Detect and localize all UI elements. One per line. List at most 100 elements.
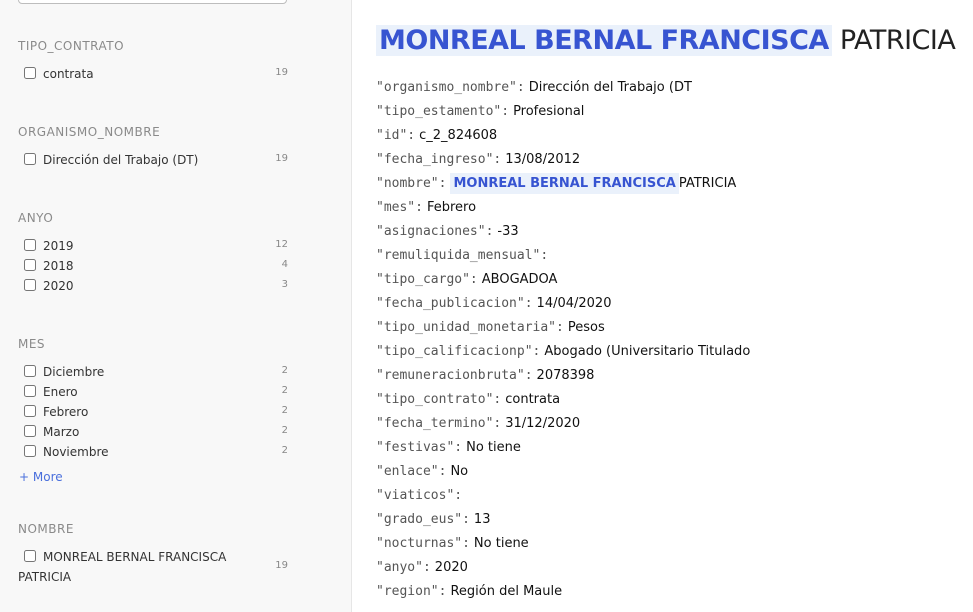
field-key: "region": [376, 584, 447, 599]
field-row: "nocturnas": No tiene [376, 532, 750, 556]
facet-option-count: 2 [281, 405, 288, 416]
title-rest: PATRICIA [839, 25, 956, 56]
field-row: "viaticos": [376, 484, 750, 508]
field-row: "organismo_nombre": Dirección del Trabajo… [376, 76, 750, 100]
field-key: "grado_eus": [376, 512, 470, 527]
facet-title: ORGANISMO_NOMBRE [18, 125, 161, 139]
field-value: Pesos [567, 320, 605, 335]
field-value: Dirección del Trabajo (DT [528, 80, 692, 95]
field-key: "fecha_publicacion": [376, 296, 533, 311]
facet-option-label: 2018 [43, 259, 74, 273]
facet-option-label: 2020 [43, 279, 74, 293]
more-link[interactable]: + More [19, 470, 63, 484]
facet-option[interactable]: 2020 3 [18, 275, 288, 295]
field-value: 14/04/2020 [536, 296, 612, 311]
facet-title: MES [18, 337, 46, 351]
facet-sidebar: TIPO_CONTRATO contrata 19 ORGANISMO_NOMB… [0, 0, 352, 612]
field-key: "tipo_cargo": [376, 272, 478, 287]
field-key: "asignaciones": [376, 224, 494, 239]
facet-option[interactable]: MONREAL BERNAL FRANCISCA PATRICIA 19 [18, 546, 288, 586]
facet-option[interactable]: Noviembre 2 [18, 441, 288, 461]
facet-anyo: ANYO 2019 12 2018 4 2020 3 [18, 210, 288, 295]
title-highlight: MONREAL BERNAL FRANCISCA [376, 25, 832, 56]
facet-option-label: 2019 [43, 239, 74, 253]
field-key: "festivas": [376, 440, 463, 455]
field-value: Región del Maule [450, 584, 563, 599]
search-input[interactable] [18, 0, 287, 4]
field-key: "viaticos": [376, 488, 463, 503]
facet-checkbox[interactable] [24, 67, 36, 79]
facet-checkbox[interactable] [24, 445, 36, 457]
value-highlight: MONREAL BERNAL FRANCISCA [450, 173, 679, 194]
facet-title: TIPO_CONTRATO [18, 39, 125, 53]
facet-checkbox[interactable] [24, 385, 36, 397]
record-detail: MONREAL BERNAL FRANCISCA PATRICIA "organ… [376, 0, 973, 612]
facet-option[interactable]: contrata 19 [18, 63, 288, 83]
field-row: "anyo": 2020 [376, 556, 750, 580]
facet-option-count: 4 [281, 259, 288, 270]
field-value: ABOGADOA [481, 272, 558, 287]
facet-checkbox[interactable] [24, 425, 36, 437]
field-value: No tiene [473, 536, 529, 551]
facet-option-label: contrata [43, 67, 94, 81]
facet-checkbox[interactable] [24, 153, 36, 165]
facet-option-count: 2 [281, 445, 288, 456]
field-row: "id": c_2_824608 [376, 124, 750, 148]
field-row: "grado_eus": 13 [376, 508, 750, 532]
facet-checkbox[interactable] [24, 279, 36, 291]
field-key: "remuliquida_mensual": [376, 248, 549, 263]
facet-tipo-contrato: TIPO_CONTRATO contrata 19 [18, 38, 288, 83]
facet-option[interactable]: 2019 12 [18, 235, 288, 255]
field-value: MONREAL BERNAL FRANCISCA PATRICIA [450, 173, 736, 194]
field-row: "festivas": No tiene [376, 436, 750, 460]
facet-option[interactable]: Febrero 2 [18, 401, 288, 421]
field-key: "remuneracionbruta": [376, 368, 533, 383]
field-row: "fecha_termino": 31/12/2020 [376, 412, 750, 436]
facet-mes: MES Diciembre 2 Enero 2 Febrero 2 Marzo … [18, 336, 288, 461]
facet-option-label: Enero [43, 385, 78, 399]
field-row: "mes": Febrero [376, 196, 750, 220]
facet-option-label: Febrero [43, 405, 89, 419]
facet-option[interactable]: Enero 2 [18, 381, 288, 401]
field-value: contrata [505, 392, 561, 407]
facet-checkbox[interactable] [24, 259, 36, 271]
facet-option[interactable]: Dirección del Trabajo (DT) 19 [18, 149, 288, 169]
facet-option-label: Dirección del Trabajo (DT) [43, 153, 199, 167]
facet-option-count: 2 [281, 385, 288, 396]
field-key: "anyo": [376, 560, 431, 575]
field-value: Febrero [426, 200, 477, 215]
facet-checkbox[interactable] [24, 239, 36, 251]
facet-option[interactable]: Marzo 2 [18, 421, 288, 441]
field-value: c_2_824608 [419, 128, 498, 143]
field-row: "tipo_unidad_monetaria": Pesos [376, 316, 750, 340]
facet-option-count: 12 [275, 239, 288, 250]
field-row: "tipo_contrato": contrata [376, 388, 750, 412]
field-key: "tipo_calificacionp": [376, 344, 541, 359]
facet-option[interactable]: 2018 4 [18, 255, 288, 275]
facet-checkbox[interactable] [24, 365, 36, 377]
field-key: "tipo_estamento": [376, 104, 510, 119]
field-value: 31/12/2020 [505, 416, 581, 431]
field-value: No [450, 464, 469, 479]
field-row: "tipo_estamento": Profesional [376, 100, 750, 124]
field-row: "asignaciones": -33 [376, 220, 750, 244]
field-row: "fecha_ingreso": 13/08/2012 [376, 148, 750, 172]
field-key: "fecha_ingreso": [376, 152, 502, 167]
facet-option-count: 19 [275, 153, 288, 164]
facet-organismo-nombre: ORGANISMO_NOMBRE Dirección del Trabajo (… [18, 124, 288, 169]
field-value: Abogado (Universitario Titulado [544, 344, 751, 359]
facet-nombre: NOMBRE MONREAL BERNAL FRANCISCA PATRICIA… [18, 521, 288, 586]
field-list: "organismo_nombre": Dirección del Trabajo… [376, 76, 750, 604]
facet-checkbox[interactable] [24, 405, 36, 417]
facet-option-count: 19 [275, 67, 288, 78]
field-row: "region": Región del Maule [376, 580, 750, 604]
field-row: "nombre": MONREAL BERNAL FRANCISCA PATRICI… [376, 172, 750, 196]
field-key: "fecha_termino": [376, 416, 502, 431]
field-row: "fecha_publicacion": 14/04/2020 [376, 292, 750, 316]
facet-option[interactable]: Diciembre 2 [18, 361, 288, 381]
field-value: No tiene [466, 440, 521, 455]
field-value: 2020 [434, 560, 468, 575]
field-key: "nombre": [376, 176, 447, 191]
facet-option-count: 2 [281, 425, 288, 436]
facet-title: ANYO [18, 211, 54, 225]
